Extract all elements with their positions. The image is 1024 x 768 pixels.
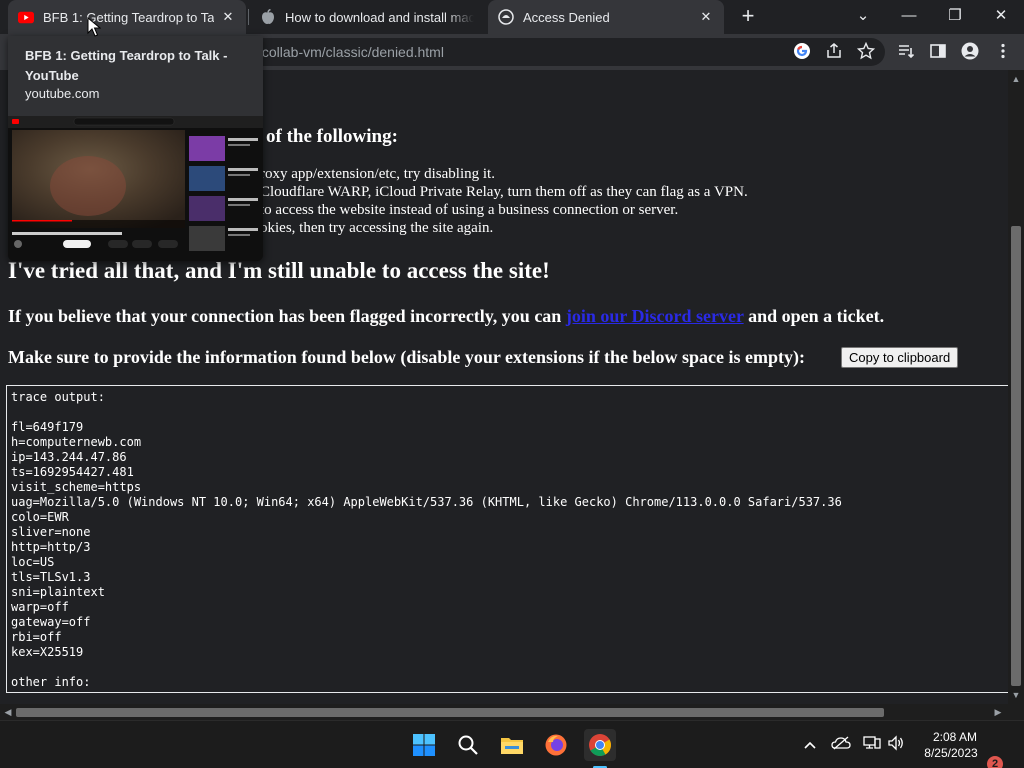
new-tab-button[interactable]: + [736, 5, 760, 29]
ticket-paragraph: If you believe that your connection has … [8, 306, 884, 327]
trace-line: ts=1692954427.481 [11, 465, 134, 479]
network-icon[interactable] [862, 735, 882, 755]
youtube-icon [18, 9, 34, 25]
scroll-left-arrow-icon[interactable]: ◀ [0, 705, 16, 719]
side-panel-icon[interactable] [928, 42, 948, 62]
tip-item: okies, then try accessing the site again… [260, 220, 494, 236]
minimize-button[interactable]: — [886, 0, 932, 34]
menu-icon[interactable] [993, 42, 1013, 62]
close-window-button[interactable]: ✕ [978, 0, 1024, 34]
tab-macos-guide[interactable]: How to download and install macOS [250, 0, 484, 34]
notification-badge[interactable]: 2 [987, 756, 1003, 768]
windows-taskbar: 2:08 AM 8/25/2023 2 [0, 720, 1024, 768]
trace-line: kex=X25519 [11, 645, 84, 659]
tab-access-denied[interactable]: Access Denied ✕ [488, 0, 724, 34]
tab-title: Access Denied [523, 9, 610, 25]
tab-separator [248, 9, 249, 25]
tip-item: roxy app/extension/etc, try disabling it… [260, 166, 495, 182]
search-icon[interactable] [452, 729, 484, 761]
scroll-up-arrow-icon[interactable]: ▲ [1008, 72, 1024, 86]
hover-card-domain: youtube.com [25, 86, 100, 101]
scroll-corner [1008, 704, 1024, 720]
profile-icon[interactable] [960, 42, 980, 62]
horizontal-scroll-thumb[interactable] [16, 708, 884, 717]
trace-line: sliver=none [11, 525, 91, 539]
cloudflare-icon [498, 9, 514, 25]
onedrive-icon[interactable] [831, 735, 851, 755]
google-lens-icon[interactable] [792, 42, 812, 62]
trace-line: gateway=off [11, 615, 91, 629]
trace-line: ip=143.244.47.86 [11, 450, 127, 464]
trace-line: rbi=off [11, 630, 62, 644]
still-unable-heading: I've tried all that, and I'm still unabl… [8, 258, 550, 283]
ticket-prefix: If you believe that your connection has … [8, 306, 566, 326]
trace-line [11, 660, 1008, 675]
close-icon[interactable]: ✕ [698, 9, 714, 25]
tab-title: How to download and install macOS [285, 9, 474, 25]
tab-strip: BFB 1: Getting Teardrop to Talk - YouTub… [0, 0, 1024, 34]
copy-to-clipboard-button[interactable]: Copy to clipboard [841, 347, 959, 368]
horizontal-scrollbar[interactable]: ◀ ▶ [0, 704, 1008, 720]
scroll-right-arrow-icon[interactable]: ▶ [990, 705, 1006, 719]
tab-hover-card: BFB 1: Getting Teardrop to Talk - YouTub… [8, 36, 263, 261]
trace-output-box[interactable]: trace output: fl=649f179 h=computernewb.co… [6, 385, 1008, 693]
chrome-icon[interactable] [584, 729, 616, 761]
file-explorer-icon[interactable] [496, 729, 528, 761]
trace-line: h=computernewb.com [11, 435, 142, 449]
trace-line: trace output: [11, 390, 105, 404]
trace-line: other info: [11, 675, 91, 689]
close-icon[interactable]: ✕ [220, 9, 236, 25]
chevron-up-icon[interactable] [800, 735, 820, 755]
page-heading: of the following: [266, 126, 398, 147]
ticket-suffix: and open a ticket. [743, 306, 885, 326]
trace-line: sni=plaintext [11, 585, 105, 599]
windows-start-icon[interactable] [408, 729, 440, 761]
trace-line [11, 405, 1008, 420]
provide-info-paragraph: Make sure to provide the information fou… [8, 347, 806, 367]
vertical-scrollbar[interactable]: ▲ ▼ [1008, 70, 1024, 704]
url-text[interactable]: /collab-vm/classic/denied.html [258, 44, 444, 60]
trace-line: loc=US [11, 555, 55, 569]
share-icon[interactable] [824, 42, 844, 62]
hover-card-title: BFB 1: Getting Teardrop to Talk - YouTub… [25, 48, 228, 83]
restore-button[interactable]: ❐ [932, 0, 978, 34]
trace-line: warp=off [11, 600, 69, 614]
trace-line: uag=Mozilla/5.0 (Windows NT 10.0; Win64;… [11, 495, 842, 509]
firefox-icon[interactable] [540, 729, 572, 761]
tab-preview-thumbnail [8, 116, 263, 261]
mouse-cursor-icon [87, 16, 102, 37]
trace-line: http=http/3 [11, 540, 91, 554]
clock-date[interactable]: 8/25/2023 [918, 746, 984, 760]
discord-link[interactable]: join our Discord server [566, 306, 744, 326]
trace-line: colo=EWR [11, 510, 69, 524]
trace-line: fl=649f179 [11, 420, 84, 434]
trace-line: tls=TLSv1.3 [11, 570, 91, 584]
trace-line: visit_scheme=https [11, 480, 142, 494]
tab-title: BFB 1: Getting Teardrop to Talk - YouTub… [43, 9, 214, 25]
tab-youtube[interactable]: BFB 1: Getting Teardrop to Talk - YouTub… [8, 0, 246, 34]
apple-icon [260, 9, 276, 25]
tip-item: Cloudflare WARP, iCloud Private Relay, t… [260, 184, 748, 200]
tab-search-button[interactable]: ⌄ [840, 0, 886, 34]
bookmark-star-icon[interactable] [856, 41, 876, 62]
volume-icon[interactable] [886, 735, 906, 755]
scroll-down-arrow-icon[interactable]: ▼ [1008, 688, 1024, 702]
vertical-scroll-thumb[interactable] [1011, 226, 1021, 686]
tip-item: to access the website instead of using a… [260, 202, 679, 218]
reading-list-icon[interactable] [896, 42, 916, 62]
clock-time[interactable]: 2:08 AM [930, 730, 980, 744]
